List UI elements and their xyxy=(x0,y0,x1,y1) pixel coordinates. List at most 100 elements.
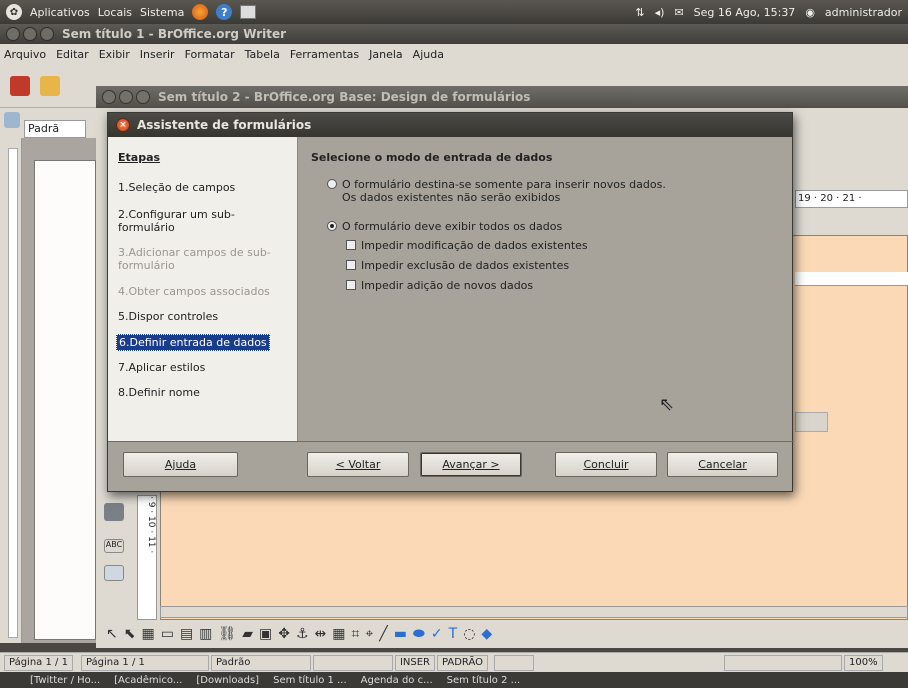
menu-ferramentas[interactable]: Ferramentas xyxy=(290,48,359,61)
writer-page[interactable] xyxy=(34,160,96,640)
base-minimize-icon[interactable] xyxy=(119,90,133,104)
taskbar-item[interactable]: [Twitter / Ho... xyxy=(30,675,100,686)
add-field-icon[interactable]: ▣ xyxy=(259,626,272,642)
guides-icon[interactable]: ⌖ xyxy=(365,626,373,642)
step-apply-styles[interactable]: 7.Aplicar estilos xyxy=(118,361,288,374)
callout-icon[interactable]: ◌ xyxy=(463,626,475,642)
combo-control-icon[interactable] xyxy=(104,503,124,521)
text-icon[interactable]: T xyxy=(449,626,458,642)
step-set-name[interactable]: 8.Definir nome xyxy=(118,386,288,399)
close-icon[interactable]: × xyxy=(116,118,130,132)
clock[interactable]: Seg 16 Ago, 15:37 xyxy=(694,6,796,19)
top-panel: ✿ Aplicativos Locais Sistema ? ⇅ ◂) ✉ Se… xyxy=(0,0,908,24)
menu-janela[interactable]: Janela xyxy=(369,48,403,61)
base-title-bar[interactable]: Sem título 2 - BrOffice.org Base: Design… xyxy=(96,86,908,108)
radio-new-data-only[interactable] xyxy=(327,179,337,189)
step-subform-setup[interactable]: 2.Configurar um sub-formulário xyxy=(118,208,288,234)
wrap-icon[interactable]: ⇹ xyxy=(315,626,327,642)
terminal-launcher-icon[interactable] xyxy=(240,5,257,19)
rectangle-icon[interactable]: ▬ xyxy=(394,626,407,642)
styles-icon[interactable] xyxy=(4,112,20,128)
firefox-launcher-icon[interactable] xyxy=(192,4,209,20)
check-prevent-add[interactable]: Impedir adição de novos dados xyxy=(346,279,533,292)
new-document-icon[interactable] xyxy=(10,76,30,96)
step-field-selection[interactable]: 1.Seleção de campos xyxy=(118,181,288,194)
folder-icon[interactable]: ▰ xyxy=(242,626,253,642)
insert-mode-indicator[interactable]: INSER xyxy=(394,654,435,671)
navigator-icon[interactable]: ▥ xyxy=(199,626,212,642)
network-icon[interactable]: ⇅ xyxy=(635,6,644,19)
dialog-title-bar[interactable]: × Assistente de formulários xyxy=(108,113,792,137)
zoom-slider[interactable] xyxy=(724,654,842,671)
zoom-level[interactable]: 100% xyxy=(844,654,883,671)
finish-button[interactable]: Concluir xyxy=(555,452,657,477)
cancel-button[interactable]: Cancelar xyxy=(667,452,778,477)
freeform-icon[interactable]: ✓ xyxy=(431,626,443,642)
taskbar-item[interactable]: Agenda do c... xyxy=(361,675,433,686)
gnome-foot-icon[interactable]: ✿ xyxy=(6,4,22,20)
menu-arquivo[interactable]: Arquivo xyxy=(4,48,46,61)
page-style-indicator[interactable]: Padrão xyxy=(210,654,311,671)
checkbox-prevent-modify[interactable] xyxy=(346,240,356,250)
anchor-icon[interactable]: ⚓ xyxy=(296,626,309,642)
option-new-data-only[interactable]: O formulário destina-se somente para ins… xyxy=(327,178,666,204)
taskbar-item[interactable]: Sem título 2 ... xyxy=(447,675,521,686)
menu-formatar[interactable]: Formatar xyxy=(185,48,235,61)
base-maximize-icon[interactable] xyxy=(136,90,150,104)
snap-icon[interactable]: ⌗ xyxy=(351,626,359,642)
base-close-icon[interactable] xyxy=(102,90,116,104)
link-icon[interactable]: ⛓ xyxy=(218,626,236,642)
menu-inserir[interactable]: Inserir xyxy=(140,48,175,61)
taskbar-item[interactable]: Sem título 1 ... xyxy=(273,675,347,686)
form-icon[interactable]: ▦ xyxy=(141,626,154,642)
checkbox-prevent-add[interactable] xyxy=(346,280,356,290)
menu-editar[interactable]: Editar xyxy=(56,48,89,61)
writer-vertical-ruler xyxy=(0,138,22,643)
places-menu[interactable]: Locais xyxy=(98,6,132,19)
form-properties-icon[interactable]: ▤ xyxy=(180,626,193,642)
group-control-icon[interactable] xyxy=(104,565,124,581)
steps-pane: Etapas 1.Seleção de campos 2.Configurar … xyxy=(108,137,298,441)
mail-icon[interactable]: ✉ xyxy=(674,6,683,19)
help-button[interactable]: Ajuda xyxy=(123,452,238,477)
taskbar-item[interactable]: [Downloads] xyxy=(196,675,259,686)
grid-icon[interactable]: ▦ xyxy=(332,626,345,642)
paragraph-style-combo[interactable]: Padrã xyxy=(24,120,86,138)
base-window-title: Sem título 2 - BrOffice.org Base: Design… xyxy=(158,90,531,104)
tab-order-icon[interactable]: ▭ xyxy=(161,626,174,642)
menu-exibir[interactable]: Exibir xyxy=(99,48,130,61)
base-horizontal-scrollbar[interactable] xyxy=(160,606,908,618)
step-set-data-entry[interactable]: 6.Definir entrada de dados xyxy=(116,334,270,351)
close-window-icon[interactable] xyxy=(6,27,20,41)
help-launcher-icon[interactable]: ? xyxy=(216,4,233,20)
checkbox-prevent-delete[interactable] xyxy=(346,260,356,270)
shapes-icon[interactable]: ◆ xyxy=(481,626,492,642)
position-icon[interactable]: ✥ xyxy=(278,626,290,642)
form-control-box[interactable] xyxy=(795,412,828,432)
system-menu[interactable]: Sistema xyxy=(140,6,184,19)
open-folder-icon[interactable] xyxy=(40,76,60,96)
option-show-all-data[interactable]: O formulário deve exibir todos os dados xyxy=(327,220,562,233)
back-button[interactable]: < Voltar xyxy=(307,452,409,477)
menu-ajuda[interactable]: Ajuda xyxy=(413,48,444,61)
check-prevent-add-label: Impedir adição de novos dados xyxy=(361,279,534,292)
step-arrange-controls[interactable]: 5.Dispor controles xyxy=(118,310,288,323)
check-prevent-delete[interactable]: Impedir exclusão de dados existentes xyxy=(346,259,569,272)
check-prevent-modify[interactable]: Impedir modificação de dados existentes xyxy=(346,239,588,252)
ellipse-icon[interactable]: ⬬ xyxy=(413,626,425,642)
maximize-window-icon[interactable] xyxy=(40,27,54,41)
menu-tabela[interactable]: Tabela xyxy=(245,48,280,61)
taskbar-item[interactable]: [Acadêmico... xyxy=(114,675,182,686)
design-mode-icon[interactable]: ⬉ xyxy=(124,626,136,642)
line-icon[interactable]: ╱ xyxy=(379,626,387,642)
volume-icon[interactable]: ◂) xyxy=(655,6,665,19)
next-button[interactable]: Avançar > xyxy=(420,452,522,477)
minimize-window-icon[interactable] xyxy=(23,27,37,41)
radio-show-all-data[interactable] xyxy=(327,221,337,231)
user-menu[interactable]: administrador xyxy=(825,6,902,19)
applications-menu[interactable]: Aplicativos xyxy=(30,6,90,19)
select-arrow-icon[interactable]: ↖ xyxy=(106,626,118,642)
label-control-icon[interactable]: ABC xyxy=(104,539,124,553)
selection-mode-indicator[interactable]: PADRÃO xyxy=(436,654,488,671)
writer-title-bar[interactable]: Sem título 1 - BrOffice.org Writer xyxy=(0,24,908,44)
